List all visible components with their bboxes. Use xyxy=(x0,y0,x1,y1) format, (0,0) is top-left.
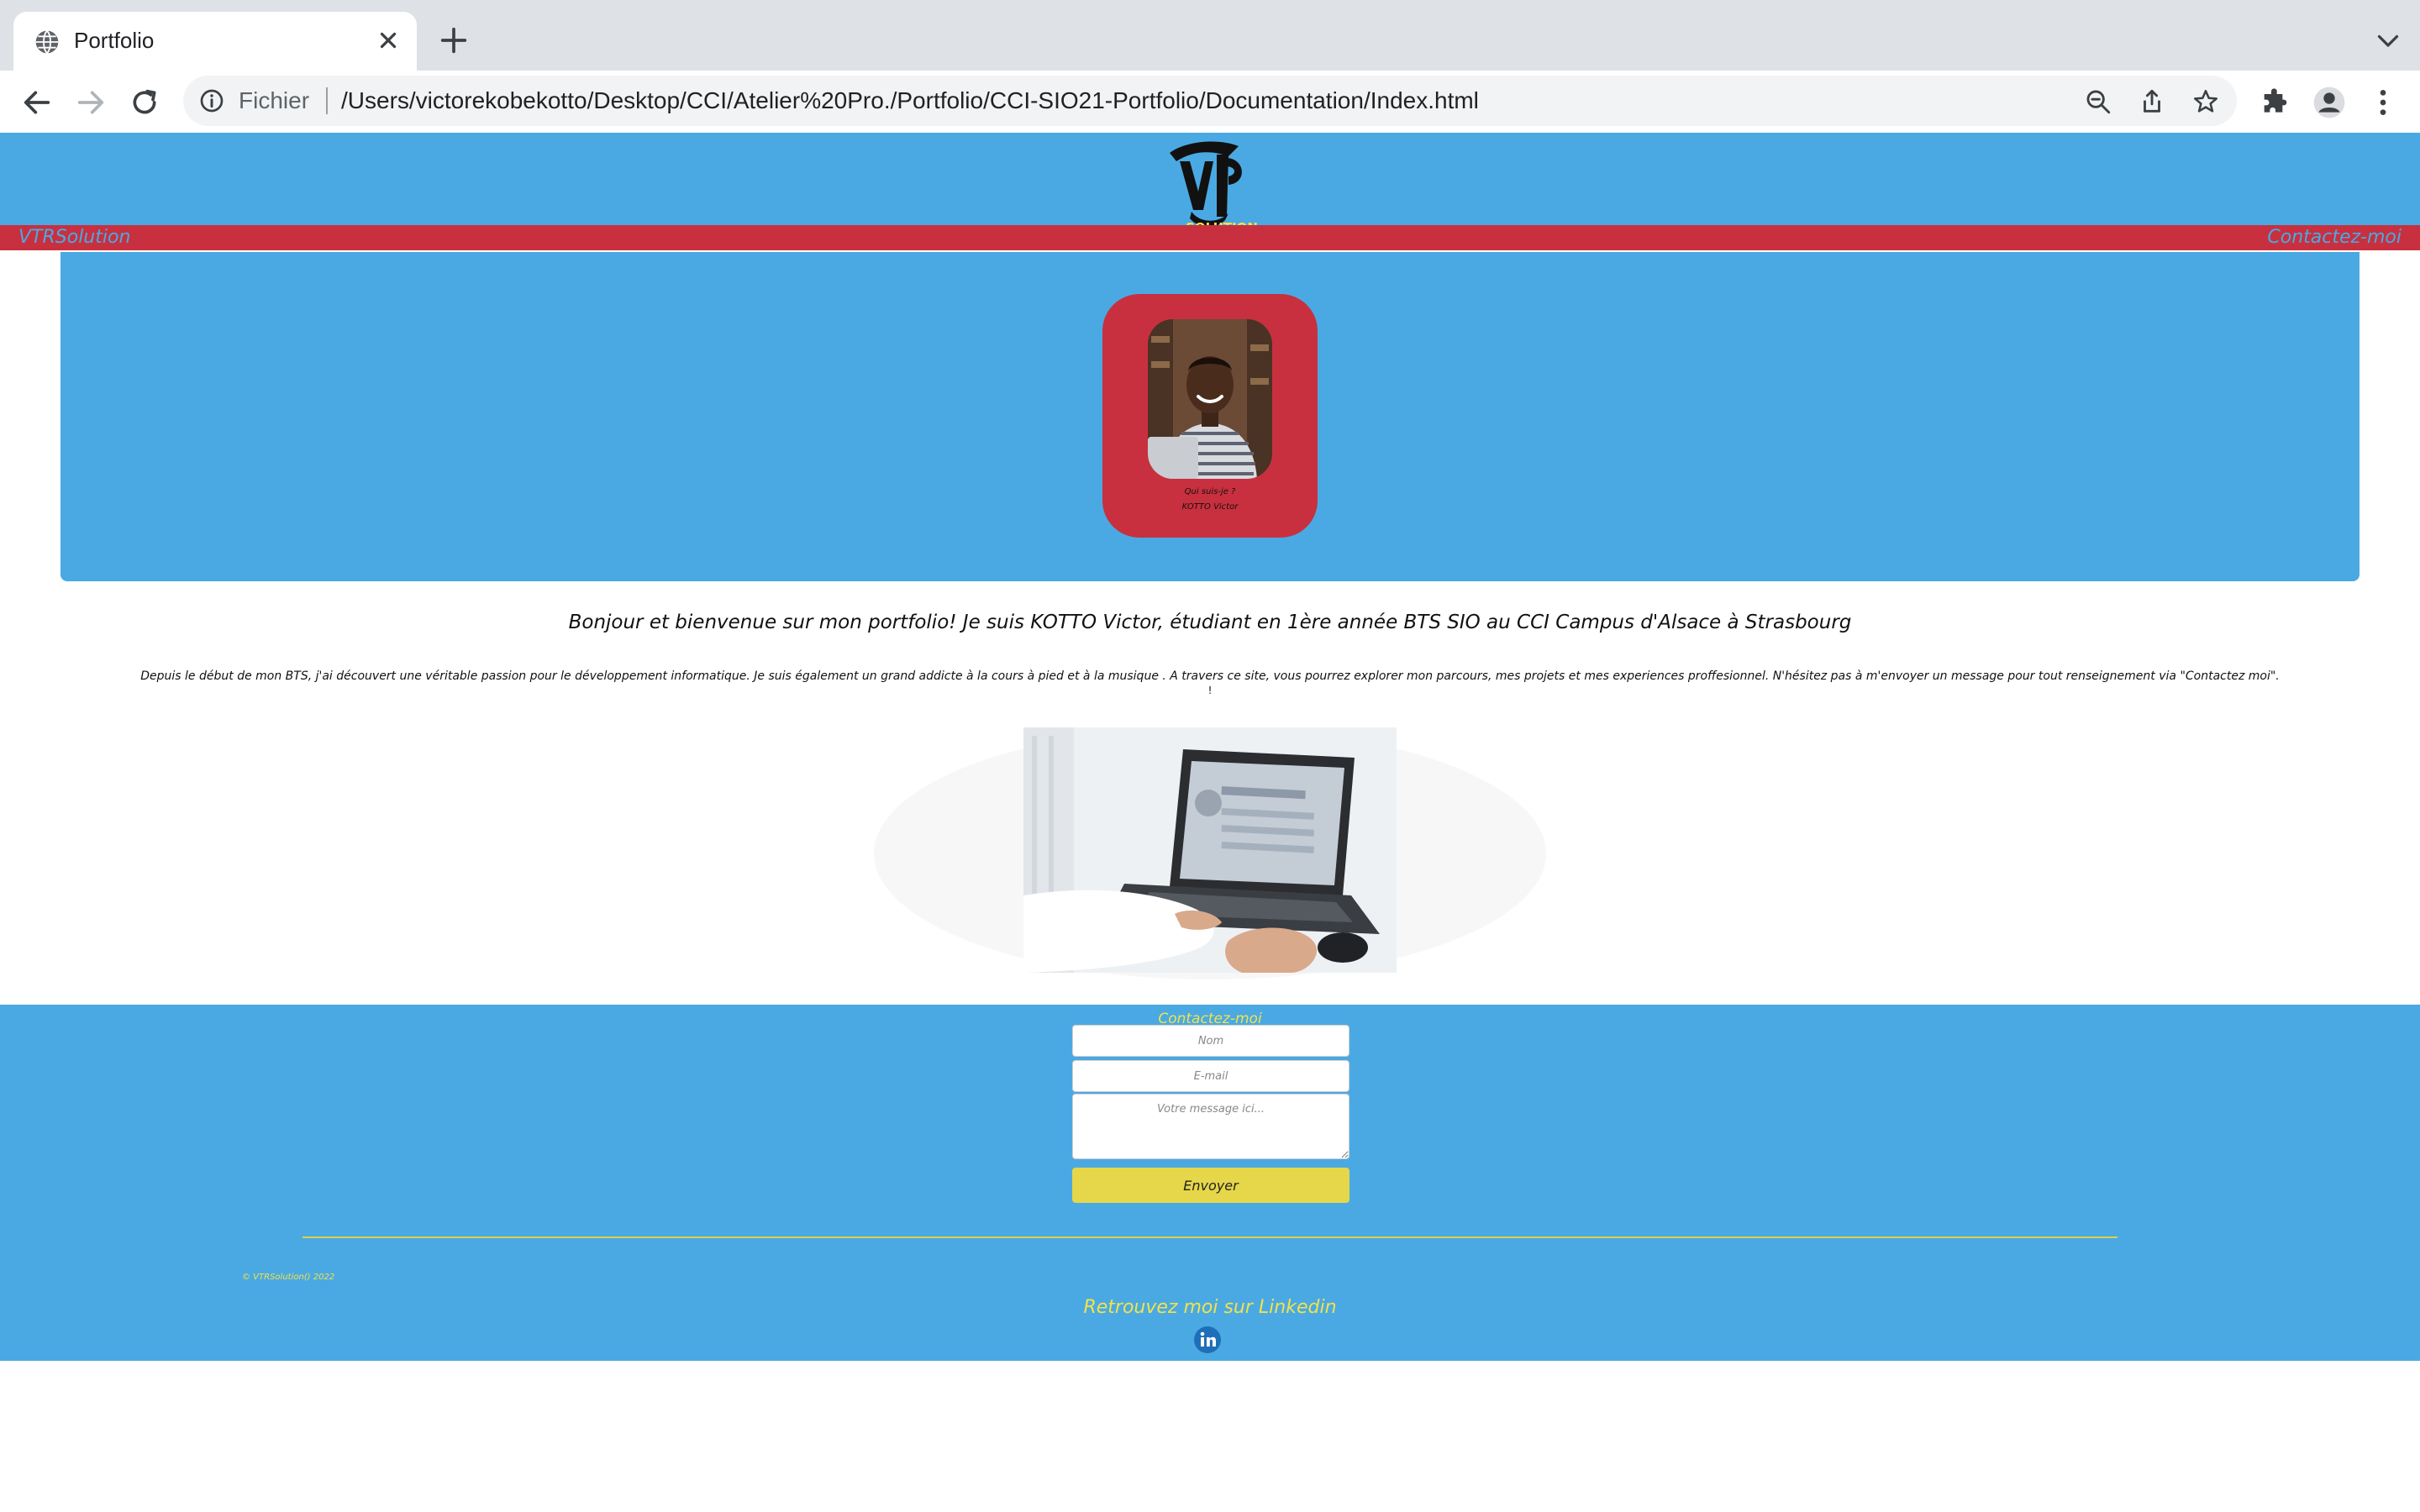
page-viewport: SOLUTION VTRSolution Contactez-moi xyxy=(0,133,2420,1512)
welcome-heading: Bonjour et bienvenue sur mon portfolio! … xyxy=(568,612,1852,633)
card-name: KOTTO Victor xyxy=(1181,502,1239,512)
laptop-illustration xyxy=(1023,727,1397,973)
footer-divider xyxy=(302,1236,2118,1238)
close-tab-icon[interactable] xyxy=(373,25,403,55)
back-icon[interactable] xyxy=(20,86,54,119)
intro-paragraph: Depuis le début de mon BTS, j'ai découve… xyxy=(140,669,2280,683)
name-field[interactable] xyxy=(1072,1025,1349,1057)
vtr-logo[interactable]: SOLUTION xyxy=(1151,136,1269,237)
address-separator xyxy=(326,87,328,114)
send-button[interactable]: Envoyer xyxy=(1072,1168,1349,1203)
email-field[interactable] xyxy=(1072,1060,1349,1092)
copyright-text: © VTRSolution() 2022 xyxy=(242,1273,335,1282)
tab-strip: Portfolio xyxy=(0,0,2420,71)
forward-icon[interactable] xyxy=(74,86,108,119)
linkedin-link[interactable]: Retrouvez moi sur Linkedin xyxy=(0,1295,2420,1320)
browser-toolbar: Fichier /Users/victorekobekotto/Desktop/… xyxy=(0,71,2420,134)
bookmark-star-icon[interactable] xyxy=(2191,87,2220,116)
globe-icon xyxy=(35,30,59,54)
contact-footer: Contactez-moi Envoyer © VTRSolution() 20… xyxy=(0,1005,2420,1361)
hero-section: Qui suis-je ? KOTTO Victor xyxy=(60,252,2360,581)
share-icon[interactable] xyxy=(2138,87,2166,116)
reload-icon[interactable] xyxy=(128,86,161,119)
laptop-illustration-frame xyxy=(874,727,1546,979)
address-scheme: Fichier xyxy=(239,87,310,113)
nav-bar xyxy=(0,225,2420,250)
tab-search-chevron-icon[interactable] xyxy=(2373,25,2403,55)
browser-tab-portfolio[interactable]: Portfolio xyxy=(13,12,417,71)
more-menu-icon[interactable] xyxy=(2366,86,2400,119)
profile-avatar-icon[interactable] xyxy=(2312,86,2346,119)
intro-paragraph-tail: ! xyxy=(1207,685,1213,696)
nav-contact-link[interactable]: Contactez-moi xyxy=(2267,227,2402,249)
card-question: Qui suis-je ? xyxy=(1184,487,1236,496)
extensions-icon[interactable] xyxy=(2259,86,2292,119)
site-info-icon[interactable] xyxy=(198,87,225,114)
tab-title: Portfolio xyxy=(74,28,155,53)
new-tab-icon[interactable] xyxy=(437,24,471,57)
profile-photo xyxy=(1148,319,1272,479)
address-url[interactable]: /Users/victorekobekotto/Desktop/CCI/Atel… xyxy=(341,86,1479,116)
brand-link[interactable]: VTRSolution xyxy=(18,227,130,249)
linkedin-icon[interactable] xyxy=(1193,1326,1222,1354)
message-field[interactable] xyxy=(1072,1094,1349,1159)
profile-card: Qui suis-je ? KOTTO Victor xyxy=(1102,294,1318,538)
zoom-icon[interactable] xyxy=(2084,87,2112,116)
address-bar[interactable]: Fichier /Users/victorekobekotto/Desktop/… xyxy=(183,76,2237,126)
